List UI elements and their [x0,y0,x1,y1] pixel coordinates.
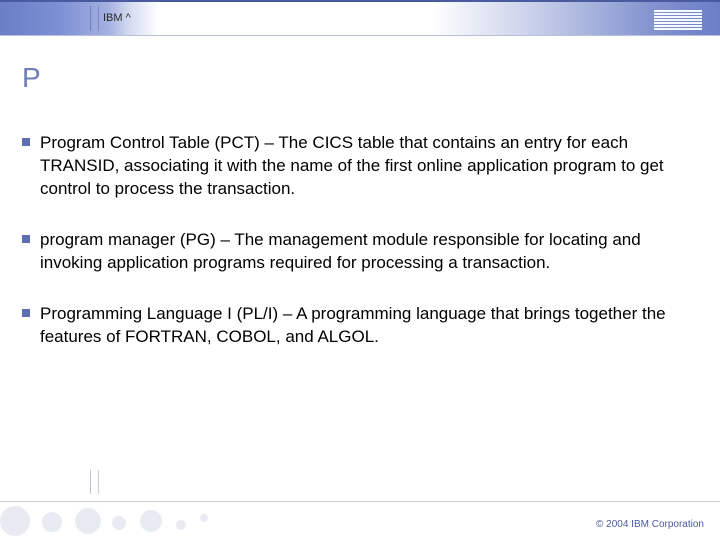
list-item-text: Programming Language I (PL/I) – A progra… [40,303,690,349]
footer-rule [98,470,99,494]
header-rule [90,6,91,31]
slide-header: IBM ^ [0,0,720,36]
page-title: P [22,62,41,94]
list-item: Program Control Table (PCT) – The CICS t… [22,132,690,201]
ibm-logo-icon [654,10,702,30]
header-rule [98,6,99,31]
header-brand-label: IBM ^ [103,12,131,24]
list-item-text: program manager (PG) – The management mo… [40,229,690,275]
header-decoration [250,2,340,35]
copyright-text: © 2004 IBM Corporation [596,519,704,530]
footer-decoration [0,502,260,540]
bullet-icon [22,138,30,146]
list-item: Programming Language I (PL/I) – A progra… [22,303,690,349]
content-list: Program Control Table (PCT) – The CICS t… [22,132,690,377]
list-item-text: Program Control Table (PCT) – The CICS t… [40,132,690,201]
list-item: program manager (PG) – The management mo… [22,229,690,275]
bullet-icon [22,309,30,317]
bullet-icon [22,235,30,243]
footer-rule [90,470,91,494]
